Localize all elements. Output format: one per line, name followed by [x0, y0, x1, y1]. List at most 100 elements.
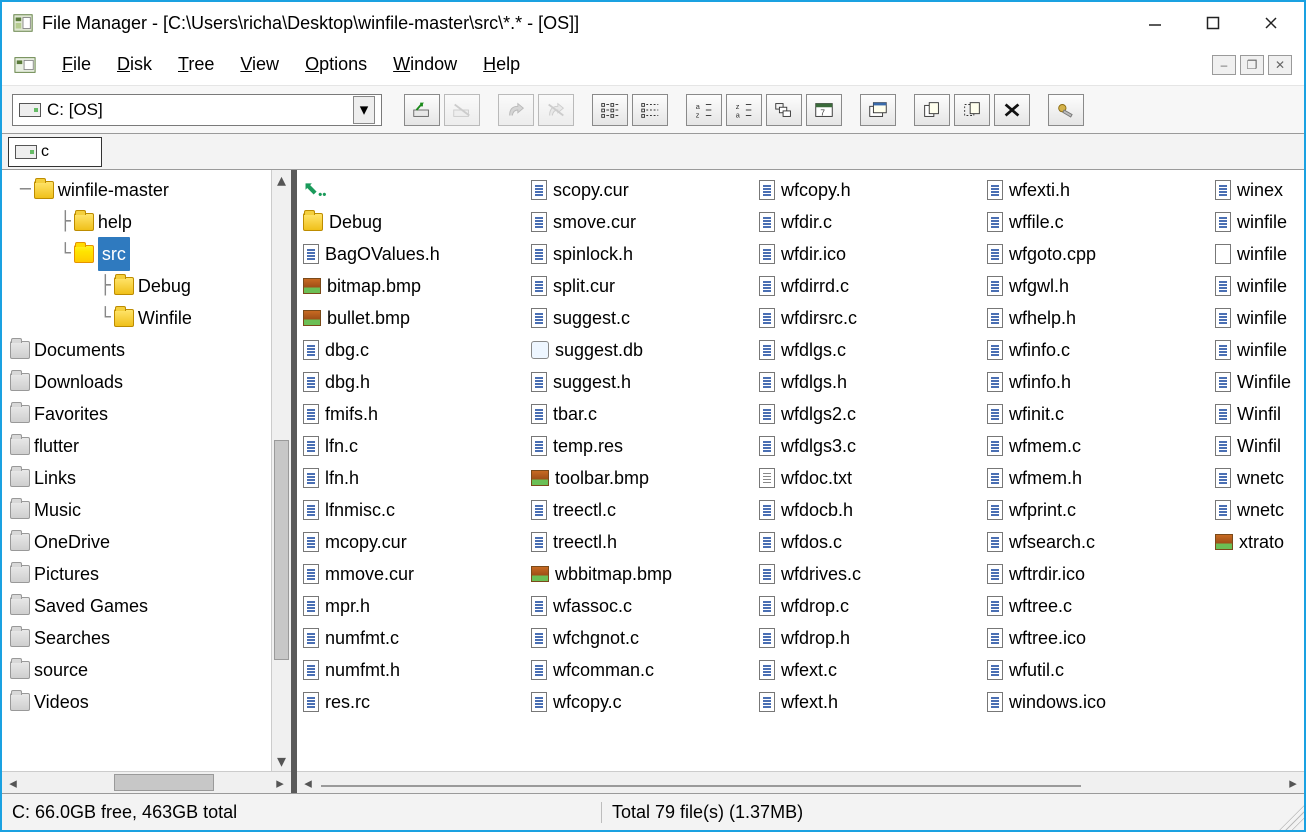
file-item[interactable]: spinlock.h: [531, 238, 759, 270]
toolbar-disconnect-drive-button[interactable]: [444, 94, 480, 126]
tree-item[interactable]: ─ winfile-master: [10, 174, 291, 206]
file-item[interactable]: wfexti.h: [987, 174, 1215, 206]
toolbar-share-button[interactable]: [498, 94, 534, 126]
file-item[interactable]: res.rc: [303, 686, 531, 718]
tree-item[interactable]: └ src: [10, 238, 291, 270]
file-item[interactable]: temp.res: [531, 430, 759, 462]
file-item[interactable]: wfinfo.h: [987, 366, 1215, 398]
file-item[interactable]: bitmap.bmp: [303, 270, 531, 302]
toolbar-new-window-button[interactable]: [860, 94, 896, 126]
file-item[interactable]: ⬉••: [303, 174, 531, 206]
tree-item[interactable]: Downloads: [10, 366, 291, 398]
file-item[interactable]: wnetc: [1215, 462, 1304, 494]
tree-item[interactable]: ├ help: [10, 206, 291, 238]
file-item[interactable]: dbg.h: [303, 366, 531, 398]
file-item[interactable]: wfcopy.h: [759, 174, 987, 206]
close-button[interactable]: [1254, 9, 1288, 37]
file-item[interactable]: wftree.c: [987, 590, 1215, 622]
file-item[interactable]: winfile: [1215, 334, 1304, 366]
file-item[interactable]: wfmem.h: [987, 462, 1215, 494]
tree-item[interactable]: OneDrive: [10, 526, 291, 558]
file-item[interactable]: wnetc: [1215, 494, 1304, 526]
file-item[interactable]: dbg.c: [303, 334, 531, 366]
file-item[interactable]: wfgwl.h: [987, 270, 1215, 302]
tree-body[interactable]: ─ winfile-master├ help└ src├ Debug└ Winf…: [2, 170, 291, 771]
menu-view[interactable]: View: [240, 54, 279, 75]
menu-help[interactable]: Help: [483, 54, 520, 75]
tree-item[interactable]: Documents: [10, 334, 291, 366]
file-item[interactable]: wfdlgs2.c: [759, 398, 987, 430]
file-item[interactable]: tbar.c: [531, 398, 759, 430]
file-item[interactable]: numfmt.h: [303, 654, 531, 686]
toolbar-permissions-button[interactable]: [1048, 94, 1084, 126]
menu-options[interactable]: Options: [305, 54, 367, 75]
file-item[interactable]: winfile: [1215, 238, 1304, 270]
tree-item[interactable]: Music: [10, 494, 291, 526]
file-item[interactable]: Winfil: [1215, 430, 1304, 462]
file-item[interactable]: treectl.h: [531, 526, 759, 558]
file-item[interactable]: Debug: [303, 206, 531, 238]
file-item[interactable]: wfsearch.c: [987, 526, 1215, 558]
file-body[interactable]: ⬉••DebugBagOValues.hbitmap.bmpbullet.bmp…: [297, 170, 1304, 771]
tree-item[interactable]: └ Winfile: [10, 302, 291, 334]
file-item[interactable]: wffile.c: [987, 206, 1215, 238]
toolbar-copy-button[interactable]: [914, 94, 950, 126]
tree-item[interactable]: ├ Debug: [10, 270, 291, 302]
file-item[interactable]: wfprint.c: [987, 494, 1215, 526]
file-item[interactable]: wfext.h: [759, 686, 987, 718]
file-item[interactable]: wfchgnot.c: [531, 622, 759, 654]
tree-item[interactable]: Favorites: [10, 398, 291, 430]
menu-window[interactable]: Window: [393, 54, 457, 75]
file-item[interactable]: wfgoto.cpp: [987, 238, 1215, 270]
mdi-minimize-button[interactable]: ‒: [1212, 55, 1236, 75]
file-item[interactable]: wfdocb.h: [759, 494, 987, 526]
file-item[interactable]: mmove.cur: [303, 558, 531, 590]
file-item[interactable]: xtrato: [1215, 526, 1304, 558]
drive-path-box[interactable]: c: [8, 137, 102, 167]
file-item[interactable]: wfmem.c: [987, 430, 1215, 462]
tree-item[interactable]: Pictures: [10, 558, 291, 590]
file-item[interactable]: wftrdir.ico: [987, 558, 1215, 590]
file-item[interactable]: wfdrop.c: [759, 590, 987, 622]
file-item[interactable]: wfassoc.c: [531, 590, 759, 622]
file-item[interactable]: wfinit.c: [987, 398, 1215, 430]
menu-disk[interactable]: Disk: [117, 54, 152, 75]
file-item[interactable]: suggest.c: [531, 302, 759, 334]
file-item[interactable]: wfdrives.c: [759, 558, 987, 590]
file-item[interactable]: winfile: [1215, 270, 1304, 302]
file-item[interactable]: winfile: [1215, 206, 1304, 238]
file-item[interactable]: suggest.db: [531, 334, 759, 366]
file-item[interactable]: wfdos.c: [759, 526, 987, 558]
file-item[interactable]: wfutil.c: [987, 654, 1215, 686]
file-item[interactable]: treectl.c: [531, 494, 759, 526]
file-item[interactable]: windows.ico: [987, 686, 1215, 718]
tree-item[interactable]: source: [10, 654, 291, 686]
file-item[interactable]: numfmt.c: [303, 622, 531, 654]
toolbar-sort-size-button[interactable]: [766, 94, 802, 126]
drive-combobox[interactable]: C: [OS] ▾: [12, 94, 382, 126]
mdi-icon[interactable]: [14, 55, 36, 75]
file-item[interactable]: wfext.c: [759, 654, 987, 686]
tree-item[interactable]: flutter: [10, 430, 291, 462]
scrollbar-thumb[interactable]: [321, 785, 1081, 787]
file-item[interactable]: wfdir.ico: [759, 238, 987, 270]
file-item[interactable]: lfnmisc.c: [303, 494, 531, 526]
file-item[interactable]: Winfil: [1215, 398, 1304, 430]
file-item[interactable]: wfcomman.c: [531, 654, 759, 686]
file-item[interactable]: winex: [1215, 174, 1304, 206]
tree-item[interactable]: Searches: [10, 622, 291, 654]
tree-item[interactable]: Links: [10, 462, 291, 494]
file-item[interactable]: smove.cur: [531, 206, 759, 238]
file-item[interactable]: wfhelp.h: [987, 302, 1215, 334]
tree-item[interactable]: Saved Games: [10, 590, 291, 622]
tree-vertical-scrollbar[interactable]: ▴ ▾: [271, 170, 291, 771]
toolbar-view-name-button[interactable]: [592, 94, 628, 126]
file-item[interactable]: wfinfo.c: [987, 334, 1215, 366]
file-item[interactable]: wfdoc.txt: [759, 462, 987, 494]
maximize-button[interactable]: [1196, 9, 1230, 37]
toolbar-sort-date-button[interactable]: 7: [806, 94, 842, 126]
mdi-close-button[interactable]: ✕: [1268, 55, 1292, 75]
scrollbar-thumb[interactable]: [114, 774, 214, 791]
file-item[interactable]: wfdirsrc.c: [759, 302, 987, 334]
tree-item[interactable]: Videos: [10, 686, 291, 718]
